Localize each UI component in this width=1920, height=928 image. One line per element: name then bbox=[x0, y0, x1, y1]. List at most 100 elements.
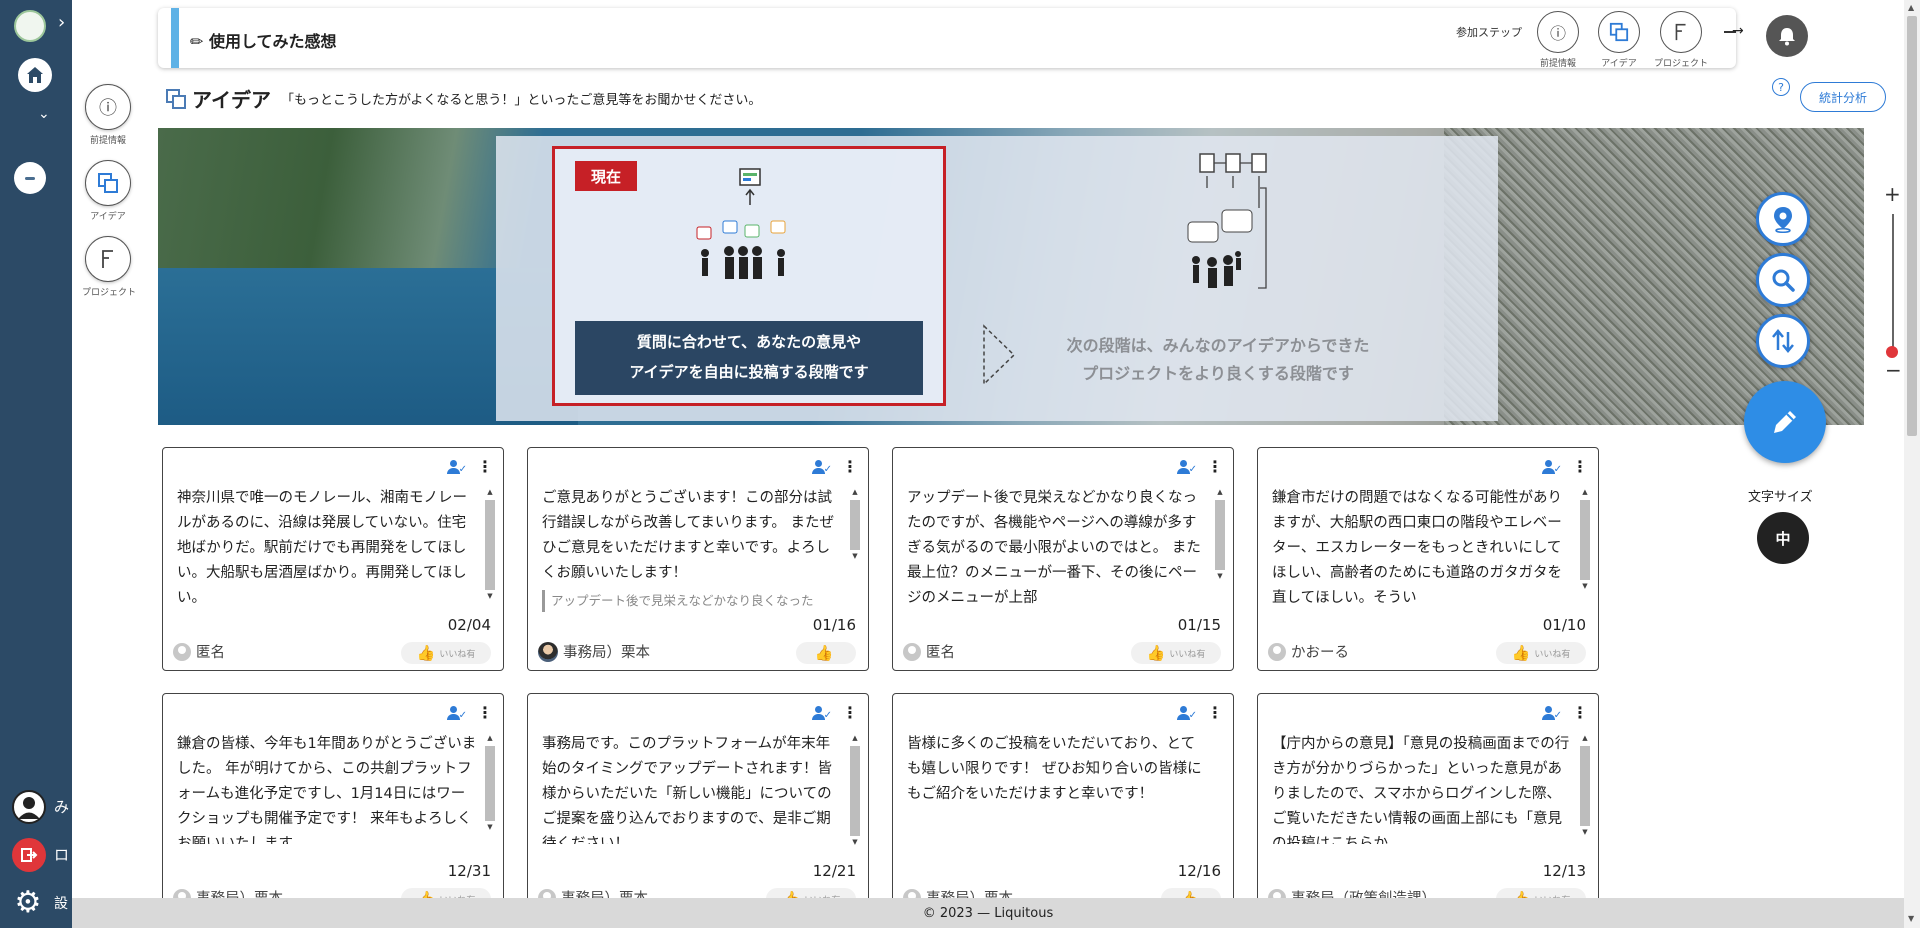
author-name: 匿名 bbox=[926, 645, 955, 661]
logo-icon[interactable] bbox=[14, 10, 46, 42]
idea-phase-illustration-icon bbox=[696, 168, 786, 279]
idea-card[interactable]: ✓ ⋮ 鎌倉の皆様、今年も1年間ありがとうございました。 年が明けてから、この共創… bbox=[162, 693, 504, 917]
left-step-info[interactable]: ⓘ 前提情報 bbox=[82, 84, 134, 146]
left-step-idea[interactable]: アイデア bbox=[82, 160, 134, 222]
thumbs-up-icon: 👍 bbox=[814, 644, 834, 662]
zoom-slider[interactable] bbox=[1892, 214, 1894, 356]
pencil-icon bbox=[1774, 411, 1796, 433]
more-vert-icon[interactable]: ⋮ bbox=[1572, 705, 1588, 721]
search-button[interactable] bbox=[1756, 253, 1810, 307]
card-scrollbar[interactable]: ▲ ▼ bbox=[485, 734, 495, 856]
like-button[interactable]: 👍 bbox=[796, 642, 856, 664]
card-scrollbar[interactable]: ▲ ▼ bbox=[1215, 488, 1225, 610]
card-date: 12/21 bbox=[812, 862, 856, 880]
idea-card[interactable]: ✓ ⋮ 事務局です。このプラットフォームが年末年始のタイミングでアップデートされま… bbox=[527, 693, 869, 917]
card-scrollbar[interactable]: ▲ ▼ bbox=[850, 488, 860, 610]
user-check-icon[interactable]: ✓ bbox=[812, 704, 832, 722]
like-button[interactable]: 👍いいね有 bbox=[1131, 642, 1221, 664]
card-author[interactable]: 匿名 bbox=[173, 641, 225, 662]
more-vert-icon[interactable]: ⋮ bbox=[842, 459, 858, 475]
settings-label[interactable]: 設 bbox=[54, 893, 68, 913]
more-vert-icon[interactable]: ⋮ bbox=[477, 459, 493, 475]
chevron-down-icon[interactable]: ⌄ bbox=[38, 106, 50, 122]
card-scrollbar[interactable]: ▲ ▼ bbox=[1580, 734, 1590, 856]
avatar-icon bbox=[1268, 642, 1286, 661]
idea-heading: アイデア 「もっとこうした方がよくなると思う！」といったご意見等をお聞かせくださ… bbox=[166, 84, 761, 113]
zoom-out-button[interactable]: − bbox=[1885, 358, 1902, 382]
user-check-icon[interactable]: ✓ bbox=[812, 458, 832, 476]
user-avatar[interactable] bbox=[12, 790, 46, 824]
scroll-down-icon[interactable]: ▼ bbox=[1908, 914, 1914, 923]
location-button[interactable] bbox=[1756, 192, 1810, 246]
idea-card[interactable]: ✓ ⋮ アップデート後で見栄えなどかなり良くなったのですが、各機能やページへの導線… bbox=[892, 447, 1234, 671]
info-icon: ⓘ bbox=[85, 84, 131, 130]
chevron-right-icon[interactable]: › bbox=[58, 12, 65, 33]
project-icon[interactable] bbox=[1660, 11, 1702, 53]
sort-icon bbox=[1772, 329, 1794, 353]
card-scrollbar[interactable]: ▲ ▼ bbox=[485, 488, 495, 610]
card-author[interactable]: 事務局）栗本 bbox=[538, 641, 650, 662]
sort-button[interactable] bbox=[1756, 314, 1810, 368]
more-vert-icon[interactable]: ⋮ bbox=[1207, 459, 1223, 475]
card-scrollbar[interactable]: ▲ ▼ bbox=[850, 734, 860, 856]
font-size-label: 文字サイズ bbox=[1748, 490, 1813, 505]
next-phase-line: 次の段階は、みんなのアイデアからできた bbox=[1066, 336, 1370, 355]
copyright-text: © 2023 — Liquitous bbox=[922, 905, 1054, 921]
more-vert-icon[interactable]: ⋮ bbox=[842, 705, 858, 721]
card-date: 12/13 bbox=[1542, 862, 1586, 880]
thumbs-up-icon: 👍 bbox=[1146, 644, 1166, 662]
stats-button[interactable]: 統計分析 bbox=[1800, 82, 1886, 112]
user-check-icon[interactable]: ✓ bbox=[1177, 458, 1197, 476]
current-phase-line: 質問に合わせて、あなたの意見や bbox=[636, 333, 862, 351]
idea-card[interactable]: ✓ ⋮ ご意見ありがとうございます！この部分は試行錯誤しながら改善してまいります。… bbox=[527, 447, 869, 671]
more-vert-icon[interactable]: ⋮ bbox=[1207, 705, 1223, 721]
idea-card[interactable]: ✓ ⋮ 鎌倉市だけの問題ではなくなる可能性がありますが、大船駅の西口東口の階段やエ… bbox=[1257, 447, 1599, 671]
step-label: プロジェクト bbox=[1653, 59, 1708, 69]
sidebar: › ⌄ み ロ ⚙ 設 bbox=[0, 0, 72, 928]
compose-button[interactable] bbox=[1744, 381, 1826, 463]
help-icon[interactable]: ? bbox=[1772, 78, 1790, 96]
more-vert-icon[interactable]: ⋮ bbox=[1572, 459, 1588, 475]
quoted-reply: アップデート後で見栄えなどかなり良くなった bbox=[542, 590, 842, 612]
user-label[interactable]: み bbox=[54, 796, 69, 817]
home-button[interactable] bbox=[18, 58, 52, 92]
font-size-button[interactable]: 中 bbox=[1757, 512, 1809, 564]
zoom-in-button[interactable]: + bbox=[1884, 182, 1901, 206]
idea-card[interactable]: ✓ ⋮ 神奈川県で唯一のモノレール、湘南モノレールがあるのに、沿線は発展していない… bbox=[162, 447, 504, 671]
scroll-up-icon[interactable]: ▲ bbox=[1908, 3, 1914, 12]
user-check-icon[interactable]: ✓ bbox=[1542, 458, 1562, 476]
avatar-icon bbox=[173, 642, 191, 661]
logout-label[interactable]: ロ bbox=[54, 844, 69, 865]
arrow-right-icon: → bbox=[1732, 23, 1744, 39]
left-step-project[interactable]: プロジェクト bbox=[82, 236, 136, 298]
author-name: 事務局）栗本 bbox=[563, 645, 650, 661]
logout-button[interactable] bbox=[12, 838, 46, 872]
zoom-slider-handle[interactable] bbox=[1886, 346, 1898, 358]
like-button[interactable]: 👍いいね有 bbox=[401, 642, 491, 664]
idea-card[interactable]: ✓ ⋮ 【庁内からの意見】「意見の投稿画面までの行き方が分かりづらかった」といった… bbox=[1257, 693, 1599, 917]
thumbs-up-icon: 👍 bbox=[416, 644, 436, 662]
like-button[interactable]: 👍いいね有 bbox=[1496, 642, 1586, 664]
card-date: 02/04 bbox=[447, 616, 491, 634]
user-check-icon[interactable]: ✓ bbox=[1177, 704, 1197, 722]
user-check-icon[interactable]: ✓ bbox=[1542, 704, 1562, 722]
notification-bell-icon[interactable] bbox=[1766, 15, 1808, 57]
like-label: いいね有 bbox=[1534, 649, 1571, 660]
card-author[interactable]: 匿名 bbox=[903, 641, 955, 662]
more-vert-icon[interactable]: ⋮ bbox=[477, 705, 493, 721]
project-switch-button[interactable] bbox=[14, 162, 46, 194]
current-phase-text: 質問に合わせて、あなたの意見や アイデアを自由に投稿する段階です bbox=[575, 321, 923, 395]
gear-icon[interactable]: ⚙ bbox=[10, 884, 46, 920]
next-phase-arrow-icon bbox=[983, 324, 1016, 386]
left-step-label: アイデア bbox=[90, 212, 126, 222]
info-icon[interactable]: ⓘ bbox=[1537, 11, 1579, 53]
user-check-icon[interactable]: ✓ bbox=[447, 458, 467, 476]
card-content: 【庁内からの意見】「意見の投稿画面までの行き方が分かりづらかった」といった意見が… bbox=[1272, 736, 1570, 844]
card-author[interactable]: かおーる bbox=[1268, 641, 1349, 662]
scrollbar-thumb[interactable] bbox=[1907, 16, 1917, 436]
card-scrollbar[interactable]: ▲ ▼ bbox=[1580, 488, 1590, 610]
user-check-icon[interactable]: ✓ bbox=[447, 704, 467, 722]
page-scrollbar[interactable]: ▲ ▼ bbox=[1904, 0, 1920, 928]
idea-card[interactable]: ✓ ⋮ 皆様に多くのご投稿をいただいており、とても嬉しい限りです！ ぜひお知り合い… bbox=[892, 693, 1234, 917]
idea-icon[interactable] bbox=[1598, 11, 1640, 53]
